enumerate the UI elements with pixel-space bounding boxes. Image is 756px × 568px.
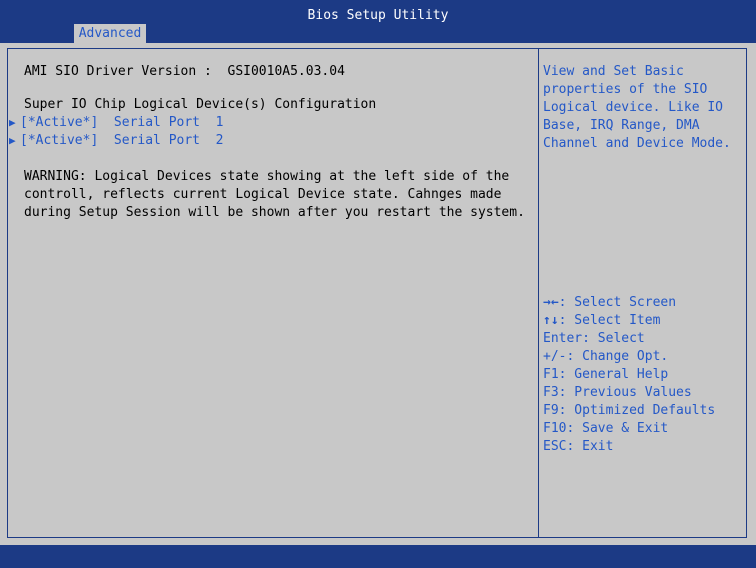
key-hint-previous-values: F3: Previous Values bbox=[543, 385, 692, 400]
help-line: View and Set Basic bbox=[543, 64, 684, 79]
submenu-arrow-icon: ▶ bbox=[9, 116, 16, 129]
window-title: Bios Setup Utility bbox=[307, 8, 449, 23]
key-hint-change-opt: +/-: Change Opt. bbox=[543, 349, 669, 364]
help-line: Channel and Device Mode. bbox=[543, 136, 731, 151]
tab-advanced[interactable]: Advanced bbox=[74, 24, 146, 43]
help-line: properties of the SIO bbox=[543, 82, 708, 97]
key-hint-save-exit: F10: Save & Exit bbox=[543, 421, 669, 436]
key-hint-optimized-defaults: F9: Optimized Defaults bbox=[543, 403, 716, 418]
key-hint-general-help: F1: General Help bbox=[543, 367, 669, 382]
key-hint-enter: Enter: Select bbox=[543, 331, 645, 346]
menu-item-serial-port-2[interactable]: [*Active*] Serial Port 2 bbox=[20, 132, 224, 150]
warning-line: WARNING: Logical Devices state showing a… bbox=[24, 169, 510, 184]
left-right-arrows-icon: →← bbox=[543, 295, 559, 310]
help-line: Logical device. Like IO bbox=[543, 100, 724, 115]
warning-line: during Setup Session will be shown after… bbox=[24, 205, 525, 220]
key-legend: →←: Select Screen ↑↓: Select Item Enter:… bbox=[543, 294, 743, 456]
section-heading: Super IO Chip Logical Device(s) Configur… bbox=[24, 97, 377, 112]
key-hint-exit: ESC: Exit bbox=[543, 439, 614, 454]
driver-version-text: AMI SIO Driver Version : GSI0010A5.03.04 bbox=[24, 64, 345, 79]
help-line: Base, IRQ Range, DMA bbox=[543, 118, 700, 133]
title-bar: Bios Setup Utility Advanced bbox=[0, 0, 756, 43]
key-hint-select-screen: →←: Select Screen bbox=[543, 295, 677, 310]
menu-item-serial-port-1[interactable]: [*Active*] Serial Port 1 bbox=[20, 114, 224, 132]
key-hint-select-item: ↑↓: Select Item bbox=[543, 313, 661, 328]
main-panel: AMI SIO Driver Version : GSI0010A5.03.04… bbox=[0, 43, 756, 545]
warning-line: controll, reflects current Logical Devic… bbox=[24, 187, 502, 202]
up-down-arrows-icon: ↑↓ bbox=[543, 313, 559, 328]
status-bar bbox=[0, 545, 756, 568]
panel-divider bbox=[538, 48, 539, 538]
help-panel: View and Set Basic properties of the SIO… bbox=[543, 63, 743, 153]
submenu-arrow-icon: ▶ bbox=[9, 134, 16, 147]
